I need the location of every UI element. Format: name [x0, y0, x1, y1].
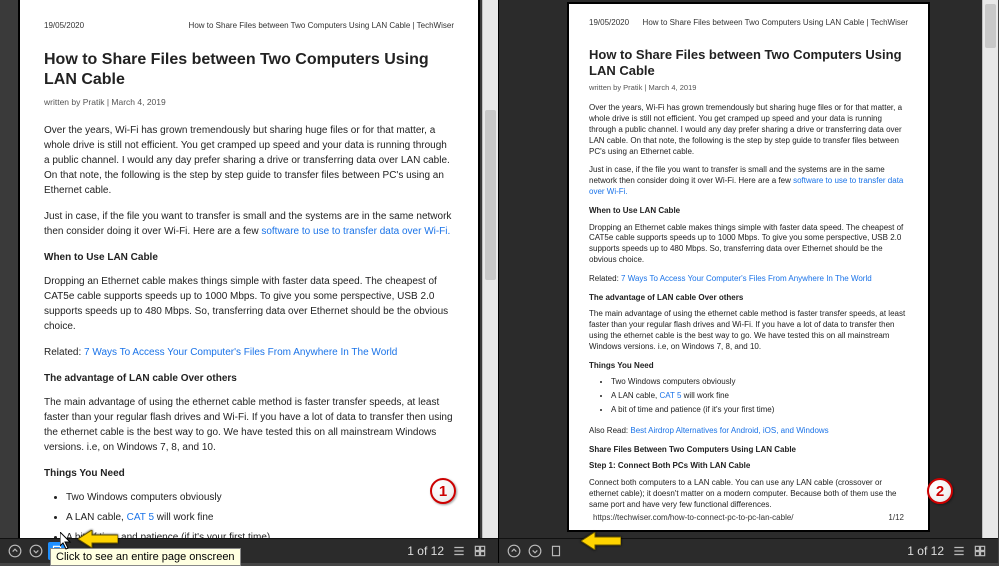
bullet-list: Two Windows computers obviously A LAN ca…: [611, 377, 908, 415]
list-item: A bit of time and patience (if it's your…: [66, 530, 454, 538]
annotation-badge-1: 1: [430, 478, 456, 504]
list-item: A LAN cable, CAT 5 will work fine: [611, 391, 908, 402]
view-mode-list-button[interactable]: [450, 542, 468, 560]
page-down-button[interactable]: [27, 542, 45, 560]
arrow-up-circle-icon: [507, 544, 521, 558]
section-heading: When to Use LAN Cable: [589, 206, 908, 217]
pdf-viewer-pane-left: 19/05/2020 How to Share Files between Tw…: [0, 0, 499, 563]
arrow-up-circle-icon: [8, 544, 22, 558]
body-paragraph: Related: 7 Ways To Access Your Computer'…: [589, 274, 908, 285]
annotation-arrow: [581, 532, 621, 555]
grid-view-icon: [973, 544, 987, 558]
section-heading: The advantage of LAN cable Over others: [44, 371, 454, 386]
mouse-cursor: [60, 532, 72, 550]
bullet-list: Two Windows computers obviously A LAN ca…: [66, 490, 454, 538]
inline-link[interactable]: 7 Ways To Access Your Computer's Files F…: [84, 347, 397, 358]
fit-page-button[interactable]: [547, 542, 565, 560]
page-indicator: 1 of 12: [907, 544, 944, 558]
list-item: Two Windows computers obviously: [611, 377, 908, 388]
tooltip: Click to see an entire page onscreen: [50, 548, 241, 566]
body-paragraph: Just in case, if the file you want to tr…: [589, 165, 908, 197]
page-footer-url: https://techwiser.com/how-to-connect-pc-…: [593, 513, 794, 522]
inline-link[interactable]: CAT 5: [127, 512, 154, 523]
inline-link[interactable]: CAT 5: [659, 391, 681, 400]
inline-link[interactable]: 7 Ways To Access Your Computer's Files F…: [621, 274, 872, 283]
grid-view-icon: [473, 544, 487, 558]
article-byline: written by Pratik | March 4, 2019: [44, 96, 454, 109]
arrow-down-circle-icon: [29, 544, 43, 558]
article-title: How to Share Files between Two Computers…: [589, 47, 908, 80]
document-viewport[interactable]: 19/05/2020 How to Share Files between Tw…: [0, 0, 498, 538]
list-view-icon: [952, 544, 966, 558]
view-mode-thumbnail-button[interactable]: [971, 542, 989, 560]
fit-page-icon: [549, 544, 563, 558]
body-paragraph: Connect both computers to a LAN cable. Y…: [589, 478, 908, 510]
section-heading: The advantage of LAN cable Over others: [589, 293, 908, 304]
document-page: 19/05/2020 How to Share Files between Tw…: [20, 0, 478, 538]
inline-link[interactable]: Best Airdrop Alternatives for Android, i…: [630, 426, 828, 435]
body-paragraph: Over the years, Wi-Fi has grown tremendo…: [44, 123, 454, 198]
annotation-badge-2: 2: [927, 478, 953, 504]
scrollbar-thumb[interactable]: [985, 4, 996, 48]
body-paragraph: The main advantage of using the ethernet…: [589, 309, 908, 352]
list-item: Two Windows computers obviously: [66, 490, 454, 505]
list-view-icon: [452, 544, 466, 558]
section-heading: Share Files Between Two Computers Using …: [589, 445, 908, 456]
body-paragraph: Over the years, Wi-Fi has grown tremendo…: [589, 103, 908, 157]
list-item: A bit of time and patience (if it's your…: [611, 405, 908, 416]
section-heading: Things You Need: [44, 466, 454, 481]
article-title: How to Share Files between Two Computers…: [44, 50, 454, 90]
pdf-viewer-pane-right: 19/05/2020 How to Share Files between Tw…: [499, 0, 998, 563]
document-page: 19/05/2020 How to Share Files between Tw…: [569, 4, 928, 530]
vertical-scrollbar[interactable]: [482, 0, 498, 538]
list-item: A LAN cable, CAT 5 will work fine: [66, 510, 454, 525]
section-subheading: Step 1: Connect Both PCs With LAN Cable: [589, 461, 908, 472]
section-heading: When to Use LAN Cable: [44, 250, 454, 265]
document-viewport[interactable]: 19/05/2020 How to Share Files between Tw…: [499, 0, 998, 538]
vertical-scrollbar[interactable]: [982, 0, 998, 538]
page-header-date: 19/05/2020: [589, 18, 629, 29]
body-paragraph: Related: 7 Ways To Access Your Computer'…: [44, 345, 454, 360]
view-mode-thumbnail-button[interactable]: [471, 542, 489, 560]
pdf-toolbar: 1 of 12: [499, 538, 998, 563]
page-header-date: 19/05/2020: [44, 20, 84, 32]
view-mode-list-button[interactable]: [950, 542, 968, 560]
page-footer-pagenum: 1/12: [888, 513, 904, 522]
article-byline: written by Pratik | March 4, 2019: [589, 83, 908, 93]
page-up-button[interactable]: [505, 542, 523, 560]
section-heading: Things You Need: [589, 361, 908, 372]
arrow-down-circle-icon: [528, 544, 542, 558]
body-paragraph: Also Read: Best Airdrop Alternatives for…: [589, 426, 908, 437]
page-up-button[interactable]: [6, 542, 24, 560]
body-paragraph: Dropping an Ethernet cable makes things …: [44, 274, 454, 334]
body-paragraph: Just in case, if the file you want to tr…: [44, 209, 454, 239]
body-paragraph: Dropping an Ethernet cable makes things …: [589, 223, 908, 266]
page-header-title: How to Share Files between Two Computers…: [643, 18, 908, 29]
inline-link[interactable]: software to use to transfer data over Wi…: [261, 226, 450, 237]
page-header-title: How to Share Files between Two Computers…: [189, 20, 454, 32]
scrollbar-thumb[interactable]: [485, 110, 496, 280]
page-indicator: 1 of 12: [407, 544, 444, 558]
body-paragraph: The main advantage of using the ethernet…: [44, 395, 454, 455]
page-down-button[interactable]: [526, 542, 544, 560]
